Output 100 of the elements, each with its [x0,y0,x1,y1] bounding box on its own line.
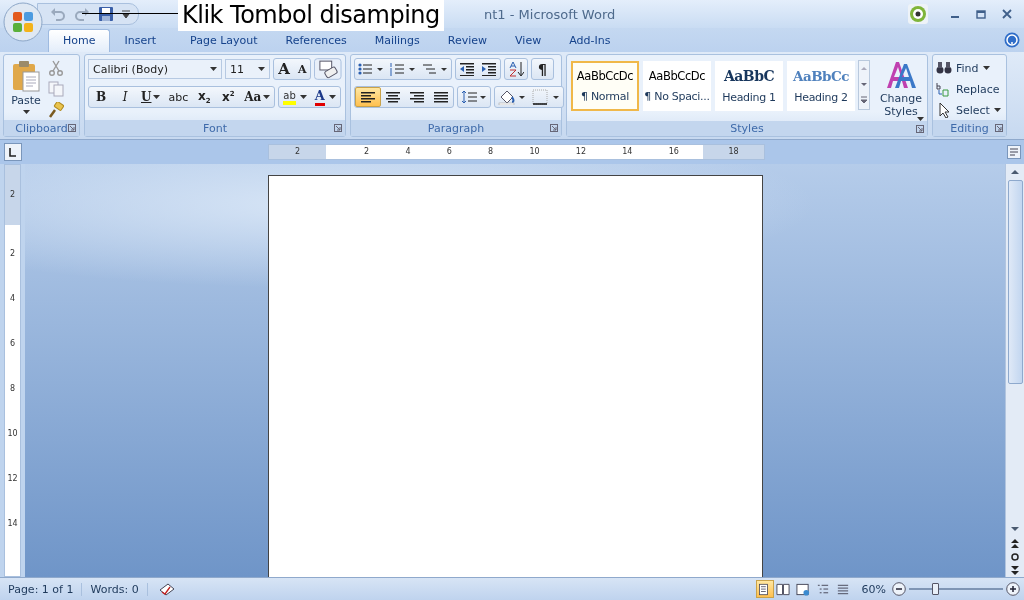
group-label: Paragraph [427,121,485,135]
change-case-button[interactable]: Aa [240,87,275,107]
italic-button[interactable]: I [113,87,137,107]
ruler-number: 4 [9,293,16,304]
customize-caret-icon[interactable] [122,10,130,18]
dialog-launcher-icon[interactable] [68,124,76,132]
style-name: ¶ No Spaci... [644,90,710,103]
redo-icon[interactable] [74,6,90,22]
zoom-level[interactable]: 60% [861,582,886,596]
find-button[interactable]: Find [936,59,1003,77]
page-count-status[interactable]: Page: 1 of 1 [0,582,83,596]
clear-formatting-button[interactable] [314,58,342,80]
style-name: ¶ Normal [581,90,629,103]
strikethrough-button[interactable]: abc [164,87,193,107]
align-lines-icon [410,90,424,104]
align-lines-icon [386,90,400,104]
ruler-number: 2 [9,190,16,200]
align-left-button[interactable] [355,87,381,107]
ruler-number: 10 [529,147,540,157]
ribbon-tab[interactable]: Home [48,29,111,52]
ruler-number: 8 [9,383,16,394]
ribbon-tab[interactable]: Review [433,30,502,52]
cursor-arrow-icon [936,102,952,118]
caret-icon [258,67,266,71]
font-color-button[interactable]: A [310,87,340,107]
zoom-in-icon[interactable] [1006,582,1020,596]
ruler-number: 6 [446,147,452,157]
help-icon[interactable] [1004,32,1020,48]
paste-button[interactable]: Paste [7,58,45,120]
ribbon-tab[interactable]: View [501,30,556,52]
align-lines-icon [361,90,375,104]
ruler-number: 2 [294,147,301,157]
gallery-scroll-icon[interactable] [858,60,870,110]
caret-icon [209,67,217,71]
caret-icon [993,108,1001,112]
ruler-number: 12 [7,473,18,484]
caret-icon [153,95,161,99]
show-formatting-button[interactable]: ¶ [532,59,553,79]
ruler-number: 2 [9,248,16,259]
style-preview: AaBbC [723,68,775,84]
vertical-ruler[interactable]: 2 2 4 6 8 10 12 14 [4,164,21,577]
style-option[interactable]: AaBbC Heading 1 [715,61,783,111]
caret-icon [299,95,307,99]
replace-button[interactable]: Replace [936,80,1003,98]
ribbon-tab[interactable]: Insert [110,30,171,52]
caret-icon [22,110,30,114]
change-styles-button[interactable]: Change Styles [878,60,924,121]
superscript-button[interactable]: x$^{2}$ [216,87,241,107]
select-button[interactable]: Select [936,101,1003,119]
window-title: nt1 - Microsoft Word [484,6,616,22]
dialog-launcher-icon[interactable] [550,124,558,132]
style-preview: AaBbCc [792,68,849,84]
style-option[interactable]: AaBbCcDc ¶ Normal [571,61,639,111]
style-option[interactable]: AaBbCcDc ¶ No Spaci... [643,61,711,111]
dialog-launcher-icon[interactable] [916,125,924,133]
browse-object-icon[interactable] [1008,551,1022,563]
ruler-number: 16 [668,147,679,157]
style-preview: AaBbCcDc [648,69,706,83]
word-count-status[interactable]: Words: 0 [82,582,148,596]
font-name-value: Calibri (Body) [93,62,168,76]
caret-icon [263,95,271,99]
ribbon-tab[interactable]: Add-Ins [555,30,625,52]
print-view-button[interactable] [755,580,774,598]
group-label: Editing [950,121,989,135]
font-size-field[interactable]: 11 [224,59,271,79]
ribbon-tab[interactable]: References [271,30,361,52]
font-name-field[interactable]: Calibri (Body) [88,59,222,79]
zoom-slider-thumb[interactable] [932,583,940,595]
view-ruler-icon[interactable] [1007,145,1021,159]
ruler-number: 18 [728,147,739,157]
shrink-font-button[interactable]: A [293,59,311,79]
scrollbar-thumb[interactable] [1007,180,1023,384]
align-lines-icon [434,90,448,104]
bold-button[interactable]: B [89,87,113,107]
maximize-icon[interactable] [976,9,986,19]
style-name: Heading 2 [794,91,848,104]
style-name: Heading 1 [722,91,776,104]
font-size-value: 11 [229,62,244,76]
dialog-launcher-icon[interactable] [995,124,1003,132]
horizontal-ruler[interactable]: 2 2 4 6 8 10 12 14 16 18 [268,144,765,160]
ribbon-tab[interactable]: Page Layout [176,30,272,52]
vertical-scrollbar[interactable] [1005,164,1024,577]
dialog-launcher-icon[interactable] [334,124,342,132]
group-label: Clipboard [15,121,68,135]
ruler-number: 6 [9,338,16,349]
letter-a-styles-icon [885,60,917,90]
print-layout-icon [756,581,769,597]
highlight-button[interactable]: ab [279,87,311,107]
ruler-number: 14 [7,518,18,529]
caret-icon [982,66,990,70]
style-option[interactable]: AaBbCc Heading 2 [787,61,855,111]
zoom-out-icon[interactable] [892,582,906,596]
grow-font-button[interactable]: A [274,59,294,79]
close-icon[interactable] [1002,9,1012,19]
underline-button[interactable]: U [137,87,165,107]
ruler-number: 2 [364,147,370,157]
tab-selector-icon[interactable] [4,143,22,161]
ruler-number: 14 [622,147,633,157]
ribbon-tab[interactable]: Mailings [360,30,434,52]
subscript-button[interactable]: x$_{2}$ [192,87,217,107]
